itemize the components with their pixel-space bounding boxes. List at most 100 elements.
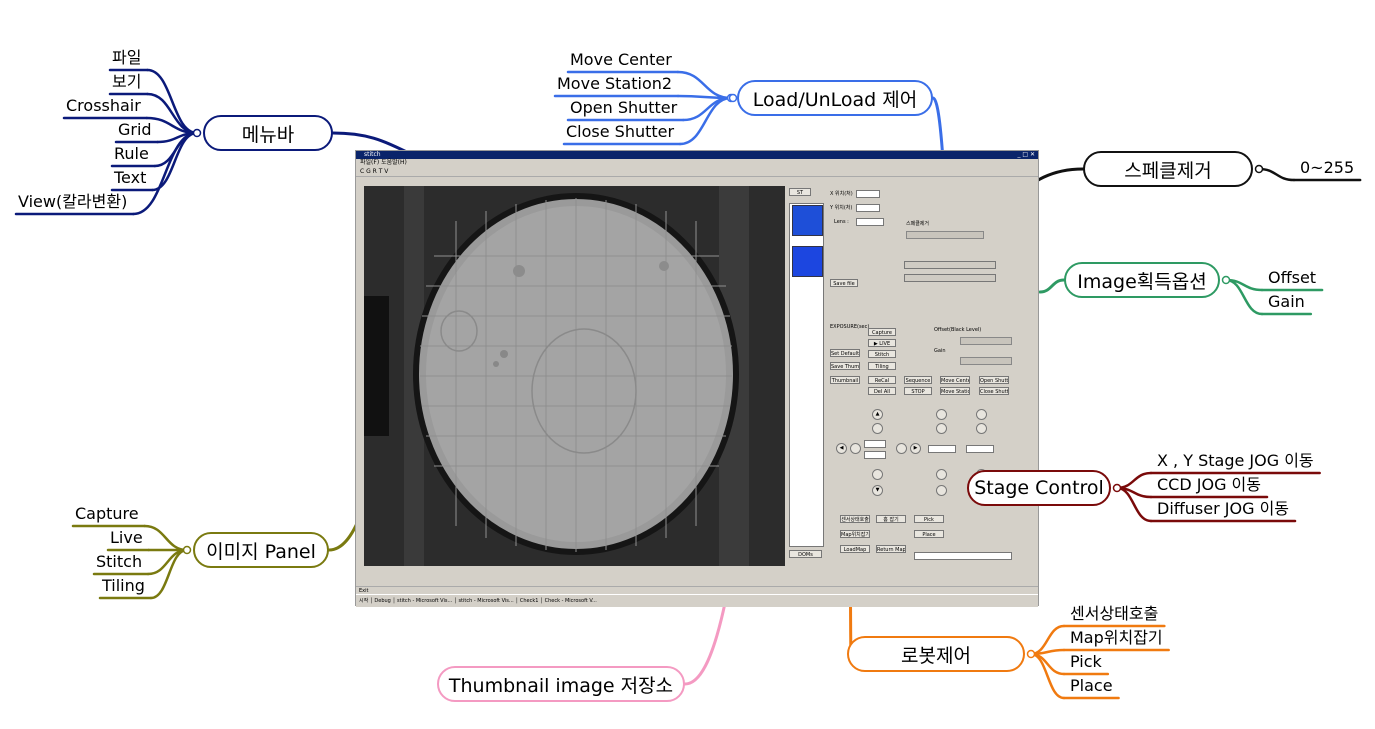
label-y-pos: Y 위치(처) <box>830 205 853 211</box>
leaf-label: Place <box>1070 676 1113 695</box>
stage-jog-left2[interactable] <box>850 443 861 454</box>
tiling-button[interactable]: Tiling <box>868 362 896 370</box>
leaf-connector <box>149 548 189 600</box>
leaf-label: Offset <box>1268 268 1317 287</box>
leaf-label: View(칼라변환) <box>18 192 128 211</box>
offset-slider[interactable] <box>960 337 1012 345</box>
sequence-button[interactable]: Sequence <box>904 376 932 384</box>
gain-slider[interactable] <box>960 357 1012 365</box>
diffuser-field[interactable] <box>966 445 994 453</box>
panel-top-button[interactable]: ST <box>789 188 811 196</box>
leaf-connector <box>143 524 189 552</box>
status-field-2 <box>904 274 996 282</box>
leaf-label: CCD JOG 이동 <box>1157 475 1261 494</box>
pick-button[interactable]: Pick <box>914 515 944 523</box>
window-title: stitch <box>364 151 381 158</box>
stage-jog-right[interactable] <box>896 443 907 454</box>
leaf-label: X , Y Stage JOG 이동 <box>1157 451 1314 470</box>
leaf-label: Gain <box>1268 292 1305 311</box>
return-map-button[interactable]: Return Map <box>876 545 906 553</box>
leaf-connector <box>678 96 733 146</box>
leaf-connector <box>1029 652 1066 700</box>
move-center-button[interactable]: Move Center <box>940 376 970 384</box>
ccd-jog-down2[interactable] <box>936 485 947 496</box>
stage-jog-down[interactable] <box>872 469 883 480</box>
ccd-jog-down[interactable] <box>936 469 947 480</box>
recal-button[interactable]: ReCal <box>868 376 896 384</box>
save-file-button[interactable]: Save file <box>830 279 858 287</box>
robot-button-2[interactable]: 홈 잡기 <box>876 515 906 523</box>
capture-button[interactable]: Capture <box>868 328 896 336</box>
hub-node: 스페클제거 <box>1083 151 1253 187</box>
leaf-connector <box>1115 471 1153 490</box>
map-position-button[interactable]: Map위치잡기 <box>840 530 870 538</box>
wafer-image <box>364 186 785 566</box>
leaf-label: 센서상태호출 <box>1070 604 1159 623</box>
speckle-slider[interactable] <box>906 231 984 239</box>
joint-dot <box>1221 275 1231 285</box>
set-default-button[interactable]: Set Default <box>830 349 860 357</box>
leaf-label: Close Shutter <box>566 122 675 141</box>
joint-dot <box>1112 483 1122 493</box>
leaf-label: Map위치잡기 <box>1070 628 1163 647</box>
ccd-jog-up[interactable] <box>936 409 947 420</box>
hub-node: 메뉴바 <box>203 115 333 151</box>
stage-jog-up[interactable]: ▲ <box>872 409 883 420</box>
thumbnail-2[interactable] <box>792 246 823 277</box>
thumbnail-1[interactable] <box>792 205 823 236</box>
label-lens: Lens : <box>834 219 849 225</box>
y-pos-field[interactable] <box>856 204 880 212</box>
ccd-jog-up2[interactable] <box>936 423 947 434</box>
stage-jog-left[interactable]: ◀ <box>836 443 847 454</box>
robot-status-field <box>914 552 1012 560</box>
leaf-label: Pick <box>1070 652 1102 671</box>
robot-button-map[interactable]: LoadMap <box>840 545 870 553</box>
sensor-status-button[interactable]: 센서상태호출 <box>840 515 870 523</box>
joint-dot <box>1254 164 1264 174</box>
stage-y-field[interactable] <box>864 451 886 459</box>
x-pos-field[interactable] <box>856 190 880 198</box>
thumbnail-button[interactable]: Thumbnail <box>830 376 860 384</box>
leaf-connector <box>676 70 733 100</box>
leaf-label: Grid <box>118 120 152 139</box>
stop-button[interactable]: STOP <box>904 387 932 395</box>
del-all-button[interactable]: Del All <box>868 387 896 395</box>
hub-node: Image획득옵션 <box>1064 262 1220 298</box>
stage-jog-right2[interactable]: ▶ <box>910 443 921 454</box>
joint-dot <box>182 545 192 555</box>
close-shutter-button[interactable]: Close Shutter <box>979 387 1009 395</box>
stage-jog-down2[interactable]: ▼ <box>872 485 883 496</box>
save-thumb-button[interactable]: Save Thumb <box>830 362 860 370</box>
wafer-image-panel <box>364 186 785 566</box>
hub-node: 이미지 Panel <box>193 532 329 568</box>
windows-taskbar: 시작 │ Debug │ stitch - Microsoft Vis... │… <box>356 594 1038 607</box>
open-shutter-button[interactable]: Open Shutter <box>979 376 1009 384</box>
leaf-label: Stitch <box>96 552 143 571</box>
hub-connector <box>1038 278 1066 294</box>
live-button[interactable]: ▶ LIVE <box>868 339 896 347</box>
window-buttons[interactable]: _ □ ✕ <box>1017 152 1035 158</box>
diffuser-jog-up[interactable] <box>976 409 987 420</box>
joint-dot <box>728 93 738 103</box>
panel-bottom-button[interactable]: DOMs <box>789 550 822 558</box>
hub-node: Stage Control <box>967 470 1111 506</box>
label-speckle: 스페클제거 <box>906 221 930 227</box>
leaf-label: 파일 <box>112 48 142 67</box>
stage-jog-up2[interactable] <box>872 423 883 434</box>
diffuser-jog-up2[interactable] <box>976 423 987 434</box>
stitch-button[interactable]: Stitch <box>868 350 896 358</box>
leaf-label: Tiling <box>102 576 145 595</box>
move-station2-button[interactable]: Move Station2 <box>940 387 970 395</box>
label-exposure: EXPOSURE(sec) <box>830 324 870 330</box>
application-screenshot: stitch _ □ ✕ 파일(F) 도움말(H) C G R T V ST D… <box>355 150 1039 607</box>
place-button[interactable]: Place <box>914 530 944 538</box>
stage-x-field[interactable] <box>864 440 886 448</box>
screenshot-toolbar[interactable]: C G R T V <box>356 167 1038 177</box>
hub-node: Load/UnLoad 제어 <box>737 80 933 116</box>
lens-select[interactable] <box>856 218 884 226</box>
screenshot-menubar[interactable]: 파일(F) 도움말(H) <box>356 159 1038 167</box>
ccd-field[interactable] <box>928 445 956 453</box>
status-field-1 <box>904 261 996 269</box>
leaf-label: Diffuser JOG 이동 <box>1157 499 1290 518</box>
thumbnail-strip <box>789 203 824 547</box>
